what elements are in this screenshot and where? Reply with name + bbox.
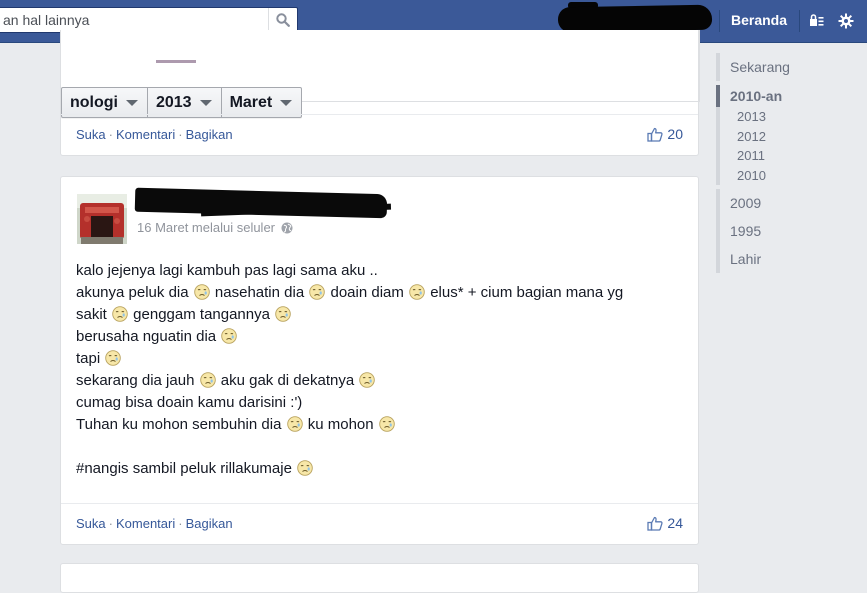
year-filter-button[interactable]: 2013 [148, 88, 222, 117]
chevron-down-icon [280, 99, 293, 106]
thumbnail-strip [146, 60, 196, 72]
crying-face-emoji-icon [112, 306, 128, 322]
crying-face-emoji-icon [221, 328, 238, 344]
divider [799, 10, 800, 32]
post-action-bar: Suka · Komentari · Bagikan 20 [61, 114, 698, 155]
search-button[interactable] [268, 8, 297, 32]
category-filter-label: nologi [70, 93, 118, 111]
globe-icon[interactable] [281, 222, 293, 234]
chevron-down-icon [125, 99, 138, 106]
search-icon [276, 13, 290, 27]
timeline-item-2010-an[interactable]: 2010-an [716, 85, 856, 107]
thumbs-up-icon [647, 516, 664, 531]
profile-name-redaction [557, 4, 713, 33]
crying-face-emoji-icon [275, 306, 291, 322]
post-action-bar: Suka · Komentari · Bagikan 24 [61, 503, 698, 544]
like-link[interactable]: Suka [76, 516, 106, 531]
separator: · [108, 127, 113, 142]
timeline-subitem-2011[interactable]: 2011 [716, 146, 856, 166]
separator: · [178, 516, 183, 531]
timeline-item-2009[interactable]: 2009 [716, 189, 856, 217]
crying-face-emoji-icon [359, 372, 376, 388]
post-text-line [76, 436, 686, 458]
timeline-year-navigation: Sekarang 2010-an 2013 2012 2011 2010 2009 1995 L… [716, 53, 856, 273]
like-count[interactable]: 20 [647, 126, 683, 142]
crying-face-emoji-icon [105, 350, 122, 366]
timeline-subitem-2010[interactable]: 2010 [716, 165, 856, 186]
timeline-item-1995[interactable]: 1995 [716, 217, 856, 245]
crying-face-emoji-icon [379, 416, 395, 432]
thumbs-up-icon [647, 127, 664, 142]
post-text-line: kalo jejenya lagi kambuh pas lagi sama a… [76, 262, 378, 279]
divider [719, 10, 720, 32]
timeline-item-lahir[interactable]: Lahir [716, 245, 856, 273]
like-link[interactable]: Suka [76, 127, 106, 142]
year-filter-label: 2013 [155, 93, 192, 111]
post-text-line: akunya peluk dia nasehatin dia doain dia… [76, 284, 624, 301]
like-count-value: 20 [667, 126, 683, 142]
comment-link[interactable]: Komentari [116, 516, 175, 531]
status-post-card: 16 Maret melalui seluler kalo jejenya la… [60, 176, 699, 545]
like-count-value: 24 [667, 515, 683, 531]
post-text-line: #nangis sambil peluk rillakumaje [76, 458, 686, 480]
crying-face-emoji-icon [286, 416, 303, 432]
settings-gear-icon[interactable] [838, 13, 854, 29]
separator: · [178, 127, 183, 142]
timeline-subitem-2013[interactable]: 2013 [716, 107, 856, 127]
crying-face-emoji-icon [409, 284, 425, 300]
previous-post-card: nologi 2013 Maret Suka · Komentari · Bagikan… [60, 30, 700, 156]
share-link[interactable]: Bagikan [186, 516, 233, 531]
comment-link[interactable]: Komentari [116, 127, 175, 142]
month-filter-button[interactable]: Maret [222, 88, 302, 117]
post-text-line: berusaha nguatin dia [76, 326, 686, 348]
category-filter-button[interactable]: nologi [62, 88, 148, 117]
post-body: kalo jejenya lagi kambuh pas lagi sama a… [76, 260, 686, 480]
post-text-line: Tuhan ku mohon sembuhin dia ku mohon [76, 414, 686, 436]
crying-face-emoji-icon [297, 460, 313, 476]
post-text-line: tapi [76, 348, 686, 370]
crying-face-emoji-icon [193, 284, 210, 300]
next-post-card [60, 563, 699, 593]
month-filter-label: Maret [229, 93, 273, 111]
chevron-down-icon [199, 99, 212, 106]
avatar[interactable] [77, 194, 127, 244]
embedded-content: nologi 2013 Maret [61, 30, 700, 118]
crying-face-emoji-icon [309, 284, 326, 300]
post-text-line: cumag bisa doain kamu darisini :') [76, 394, 303, 411]
share-link[interactable]: Bagikan [186, 127, 233, 142]
post-meta: 16 Maret melalui seluler [137, 220, 293, 235]
home-link[interactable]: Beranda [731, 12, 787, 28]
search-input[interactable] [0, 8, 267, 32]
crying-face-emoji-icon [199, 372, 216, 388]
privacy-lock-icon[interactable] [809, 13, 825, 27]
timeline-subitem-2012[interactable]: 2012 [716, 126, 856, 147]
timeline-item-sekarang[interactable]: Sekarang [716, 53, 856, 81]
separator: · [108, 516, 113, 531]
post-date[interactable]: 16 Maret melalui seluler [137, 220, 275, 235]
like-count[interactable]: 24 [647, 515, 683, 531]
post-text-line: sakit genggam tangannya [76, 304, 686, 326]
post-text-line: sekarang dia jauh aku gak di dekatnya [76, 370, 686, 392]
